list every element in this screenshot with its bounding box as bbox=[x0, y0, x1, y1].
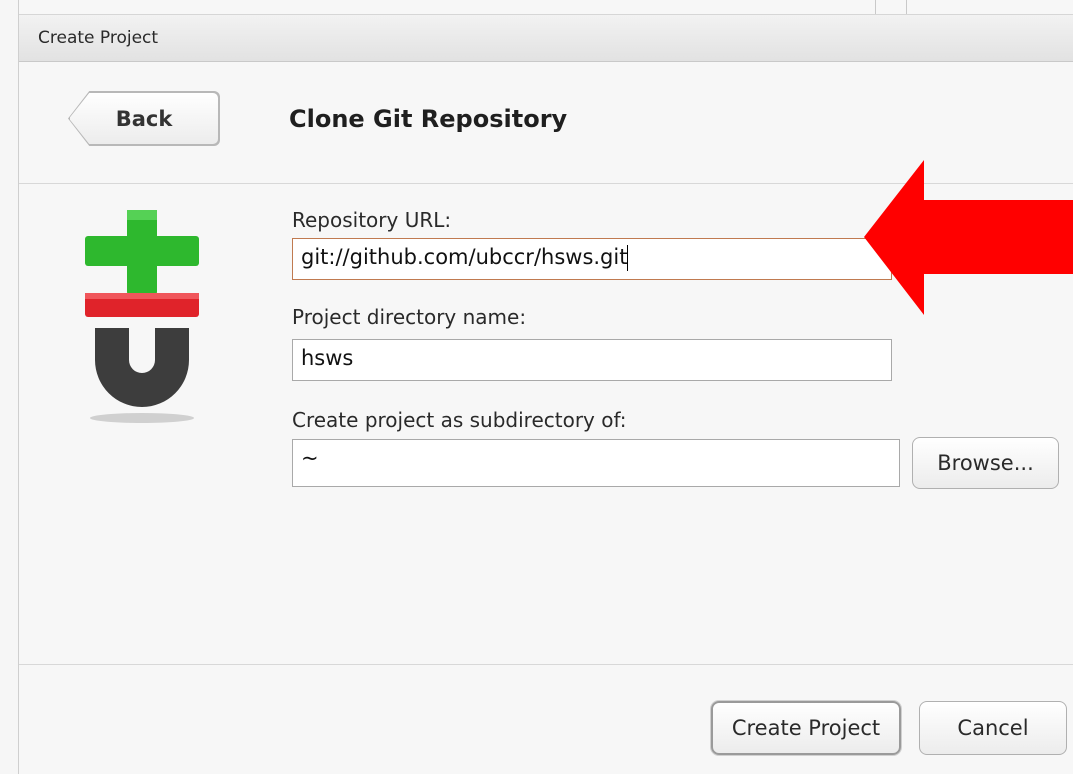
window-title: Create Project bbox=[38, 28, 159, 48]
subdirectory-value: ~ bbox=[301, 446, 319, 470]
repo-url-input[interactable]: git://github.com/ubccr/hsws.git bbox=[292, 238, 892, 280]
text-caret bbox=[627, 245, 629, 271]
create-project-button[interactable]: Create Project bbox=[711, 701, 901, 755]
title-bar: Create Project bbox=[19, 14, 1073, 62]
browse-button-label: Browse... bbox=[937, 451, 1034, 475]
red-arrow-icon bbox=[864, 160, 1073, 315]
subdirectory-label: Create project as subdirectory of: bbox=[292, 408, 627, 432]
cancel-button[interactable]: Cancel bbox=[919, 701, 1067, 755]
project-dir-value: hsws bbox=[301, 346, 354, 370]
page-title: Clone Git Repository bbox=[289, 105, 568, 133]
cancel-button-label: Cancel bbox=[957, 716, 1029, 740]
git-logo-icon bbox=[85, 210, 199, 423]
project-dir-input[interactable]: hsws bbox=[292, 339, 892, 381]
browse-button[interactable]: Browse... bbox=[912, 437, 1059, 489]
background-window-edge bbox=[875, 0, 907, 14]
create-project-button-label: Create Project bbox=[731, 716, 881, 740]
repo-url-label: Repository URL: bbox=[292, 208, 452, 232]
repo-url-value: git://github.com/ubccr/hsws.git bbox=[301, 245, 628, 269]
footer-divider bbox=[19, 664, 1073, 665]
subdirectory-input[interactable]: ~ bbox=[292, 439, 900, 487]
project-dir-label: Project directory name: bbox=[292, 305, 527, 329]
back-button[interactable]: Back bbox=[69, 92, 219, 145]
create-project-dialog: Create Project Back Clone Git Repository… bbox=[18, 0, 1073, 774]
back-button-label: Back bbox=[115, 106, 173, 131]
